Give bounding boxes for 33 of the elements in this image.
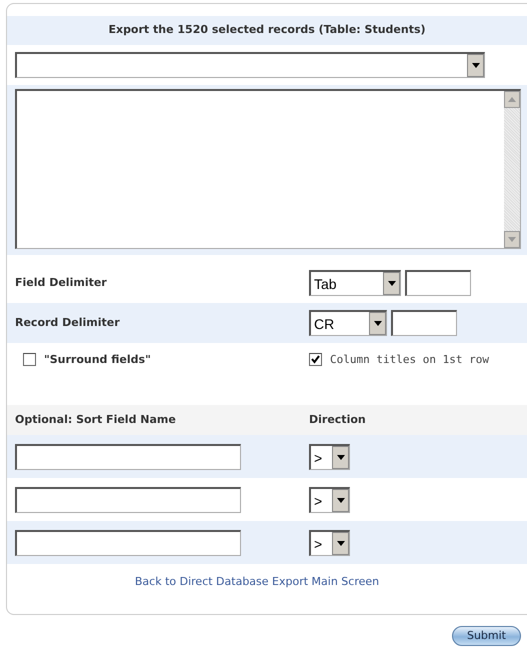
format-dropdown[interactable] xyxy=(15,52,485,78)
delimiter-dropdown[interactable]: CR xyxy=(309,310,387,336)
direction-dropdown[interactable]: > xyxy=(309,530,350,556)
input-field[interactable] xyxy=(405,270,471,296)
caret-icon xyxy=(336,454,344,460)
column-header: Direction xyxy=(309,412,366,428)
checkbox-label: Column titles on 1st row xyxy=(330,352,489,368)
checkbox[interactable] xyxy=(309,353,322,366)
sort-field-input[interactable] xyxy=(15,486,241,512)
field-label: Record Delimiter xyxy=(15,314,121,331)
delimiter-dropdown[interactable]: Tab xyxy=(309,270,401,296)
field-label: Field Delimiter xyxy=(15,274,108,291)
form-title: Export the 1520 selected records (Table: Students) xyxy=(108,22,426,38)
checkbox-label: "Surround fields" xyxy=(44,352,151,368)
down-arrow-icon xyxy=(508,237,516,242)
checkbox[interactable] xyxy=(23,353,36,366)
caret-icon xyxy=(336,498,344,502)
sort-field-input[interactable] xyxy=(15,444,241,470)
input-field[interactable] xyxy=(391,310,457,336)
direction-dropdown[interactable]: > xyxy=(309,444,350,470)
scrollbar[interactable] xyxy=(504,91,520,248)
caret-icon xyxy=(472,63,480,68)
back-link[interactable]: Back to Direct Database Export Main Screen xyxy=(134,575,380,588)
up-arrow-icon xyxy=(508,97,516,102)
sort-field-input[interactable] xyxy=(15,530,241,556)
caret-icon xyxy=(388,281,396,286)
column-header: Optional: Sort Field Name xyxy=(15,412,177,428)
direction-dropdown[interactable]: > xyxy=(309,486,350,512)
dropdown-value: CR xyxy=(313,315,336,334)
caret-icon xyxy=(336,540,344,546)
dropdown-value: Tab xyxy=(313,275,338,294)
caret-icon xyxy=(374,321,382,326)
submit-button[interactable]: Submit xyxy=(452,626,521,646)
